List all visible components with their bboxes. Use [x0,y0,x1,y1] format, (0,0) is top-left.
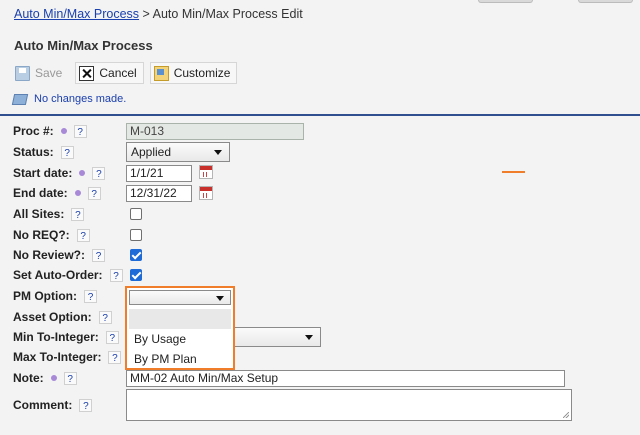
page-title: Auto Min/Max Process [14,38,153,53]
calendar-icon[interactable] [199,186,213,200]
top-button-stub[interactable] [478,0,533,3]
help-icon[interactable]: ? [98,310,112,324]
proc-number-field: M-013 [126,123,304,140]
status-message: No changes made. [11,93,127,105]
set-auto-order-checkbox[interactable] [130,269,142,281]
help-icon[interactable]: ? [87,186,101,200]
comment-row: Comment: ? [13,396,93,414]
customize-icon [153,65,169,81]
help-icon[interactable]: ? [83,289,97,303]
no-req-checkbox[interactable] [130,229,142,241]
required-indicator-icon [74,190,81,196]
note-label: Note: [13,371,44,385]
end-date-label: End date: [13,186,68,200]
help-icon[interactable]: ? [76,228,90,242]
status-text: No changes made. [34,93,127,105]
end-date-row: End date: ? [13,184,101,202]
pm-option-item-by-pm-plan[interactable]: By PM Plan [129,349,231,369]
save-label: Save [35,66,63,80]
status-row: Status: ? [13,143,74,161]
customize-label: Customize [173,66,231,80]
all-sites-checkbox[interactable] [130,208,142,220]
required-indicator-icon [50,375,57,381]
comment-label: Comment: [13,398,73,412]
help-icon[interactable]: ? [63,371,77,385]
help-icon[interactable]: ? [73,124,87,138]
help-icon[interactable]: ? [92,248,106,262]
no-req-label: No REQ?: [13,228,70,242]
save-button[interactable]: Save [11,62,69,84]
proc-row: Proc #: ? [13,122,87,140]
asset-option-row: Asset Option: ? [13,308,112,326]
proc-label: Proc #: [13,124,54,138]
all-sites-label: All Sites: [13,207,65,221]
help-icon[interactable]: ? [92,166,106,180]
pm-option-item-by-usage[interactable]: By Usage [129,329,231,349]
close-icon [79,65,95,81]
help-icon[interactable]: ? [79,398,93,412]
customize-button[interactable]: Customize [149,62,238,84]
cancel-label: Cancel [99,66,137,80]
end-date-input[interactable]: 12/31/22 [126,185,192,202]
note-icon [11,93,29,105]
pm-option-label: PM Option: [13,289,77,303]
min-to-integer-label: Min To-Integer: [13,330,99,344]
calendar-icon[interactable] [199,165,213,179]
status-select-value: Applied [131,145,172,159]
help-icon[interactable]: ? [109,268,123,282]
chevron-down-icon [216,296,224,301]
divider [0,114,640,116]
help-icon[interactable]: ? [105,330,119,344]
breadcrumb: Auto Min/Max Process > Auto Min/Max Proc… [14,7,303,21]
start-date-label: Start date: [13,166,73,180]
chevron-down-icon [214,150,222,155]
save-icon [15,65,30,81]
required-indicator-icon [79,170,86,176]
status-select[interactable]: Applied [126,142,230,162]
top-button-stub[interactable] [578,0,633,3]
chevron-down-icon [305,335,313,340]
status-label: Status: [13,145,54,159]
start-date-input[interactable]: 1/1/21 [126,165,192,182]
no-req-row: No REQ?: ? [13,226,90,244]
note-row: Note: ? [13,369,77,387]
no-review-checkbox[interactable] [130,249,142,261]
breadcrumb-link-process[interactable]: Auto Min/Max Process [14,7,139,21]
toolbar: Save Cancel Customize [11,62,238,86]
no-review-label: No Review?: [13,248,86,262]
help-icon[interactable]: ? [71,207,85,221]
all-sites-row: All Sites: ? [13,205,85,223]
start-date-row: Start date: ? [13,164,106,182]
set-auto-order-label: Set Auto-Order: [13,268,103,282]
pm-option-select[interactable] [129,290,231,305]
required-indicator-icon [60,128,67,134]
max-to-integer-label: Max To-Integer: [13,350,102,364]
pm-option-item-blank[interactable] [129,309,231,329]
help-icon[interactable]: ? [60,145,74,159]
no-review-row: No Review?: ? [13,246,106,264]
breadcrumb-separator: > [142,7,150,21]
comment-textarea[interactable] [126,389,572,421]
pm-option-dropdown[interactable]: By Usage By PM Plan [125,286,235,370]
breadcrumb-current: Auto Min/Max Process Edit [152,7,303,21]
max-to-integer-row: Max To-Integer: ? [13,348,122,366]
min-to-integer-row: Min To-Integer: ? [13,328,119,346]
help-icon[interactable]: ? [108,350,122,364]
asset-option-label: Asset Option: [13,310,92,324]
set-auto-order-row: Set Auto-Order: ? [13,266,123,284]
cancel-button[interactable]: Cancel [75,62,144,84]
note-input[interactable]: MM-02 Auto Min/Max Setup [126,370,565,387]
highlight-mark [502,171,525,173]
pm-option-row: PM Option: ? [13,287,97,305]
